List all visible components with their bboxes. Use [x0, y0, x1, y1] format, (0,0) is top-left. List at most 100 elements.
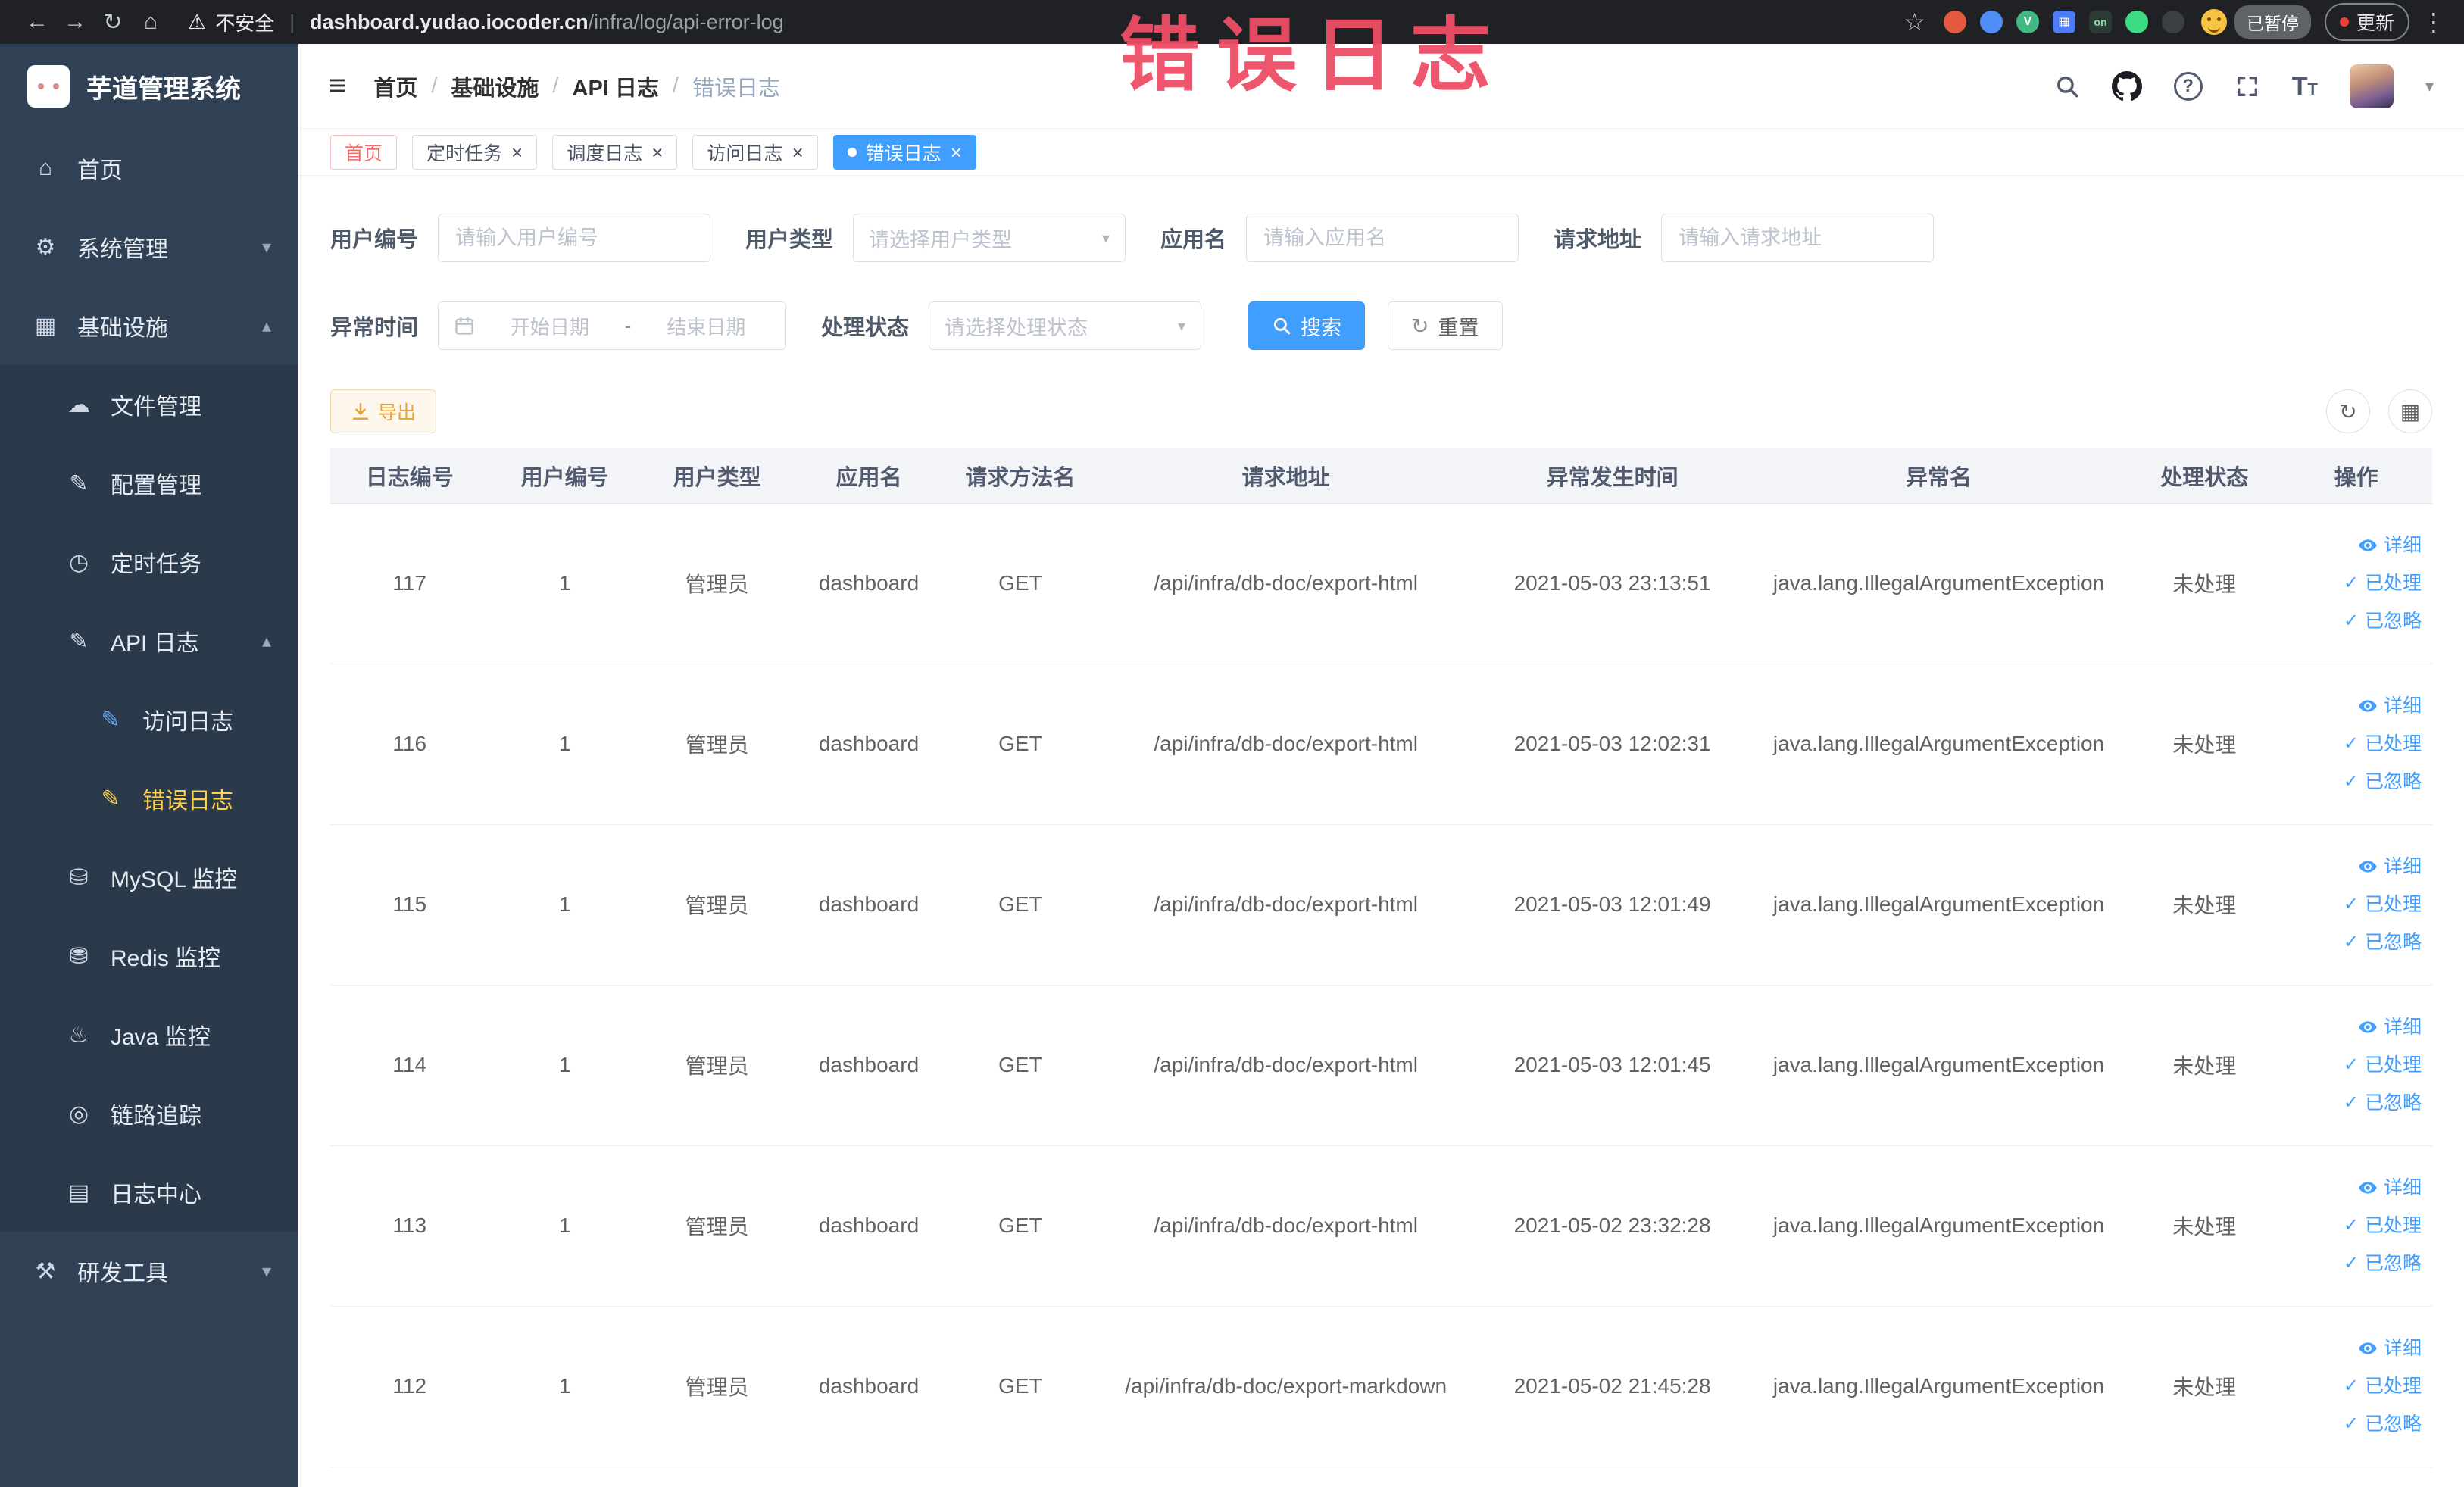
sidebar-item-dev-tools[interactable]: ⚒ 研发工具 ▾ — [0, 1232, 298, 1310]
detail-link[interactable]: 详细 — [2358, 850, 2422, 883]
bookmark-star-icon[interactable]: ☆ — [1903, 8, 1925, 36]
sidebar-item-log-center[interactable]: ▤ 日志中心 — [0, 1153, 298, 1232]
ext-vue-icon[interactable]: V — [2016, 11, 2039, 33]
breadcrumb-item[interactable]: API 日志 — [573, 70, 659, 102]
sidebar-item-redis[interactable]: ⛃ Redis 监控 — [0, 917, 298, 995]
detail-link[interactable]: 详细 — [2358, 689, 2422, 723]
table-row: 117 1 管理员 dashboard GET/api/infra/db-doc/exp… — [330, 503, 2432, 664]
avatar[interactable] — [2349, 64, 2394, 108]
ext-green-icon[interactable] — [2125, 11, 2148, 33]
sidebar-item-trace[interactable]: ◎ 链路追踪 — [0, 1074, 298, 1153]
mark-processed-link[interactable]: ✓ 已处理 — [2344, 1048, 2422, 1082]
sidebar-item-system[interactable]: ⚙ 系统管理 ▾ — [0, 208, 298, 286]
process-status-select[interactable]: 请选择处理状态 ▾ — [929, 301, 1202, 350]
breadcrumb-item[interactable]: 基础设施 — [451, 70, 539, 102]
paused-extension-chip[interactable]: 已暂停 — [2200, 5, 2311, 39]
font-size-icon[interactable]: TT — [2292, 73, 2318, 99]
fullscreen-icon[interactable] — [2234, 73, 2260, 99]
mark-ignored-link[interactable]: ✓ 已忽略 — [2344, 1407, 2422, 1441]
help-icon[interactable]: ? — [2173, 71, 2203, 101]
java-icon: ♨ — [68, 1022, 89, 1048]
cell-app-name: dashboard — [793, 824, 945, 986]
chevron-down-icon[interactable]: ▾ — [2425, 77, 2434, 96]
exception-time-range-picker[interactable]: 开始日期 - 结束日期 — [438, 301, 787, 350]
ext-on-icon[interactable]: on — [2088, 11, 2112, 33]
tab-job[interactable]: 定时任务 × — [412, 134, 538, 170]
cell-status: 未处理 — [2128, 1306, 2281, 1467]
close-icon[interactable]: × — [511, 142, 523, 162]
user-type-select[interactable]: 请选择用户类型 ▾ — [853, 214, 1126, 262]
refresh-button[interactable]: ↻ — [2326, 389, 2370, 433]
close-icon[interactable]: × — [792, 142, 803, 162]
cell-status: 未处理 — [2128, 824, 2281, 986]
mark-processed-link[interactable]: ✓ 已处理 — [2344, 888, 2422, 921]
user-id-input[interactable] — [438, 214, 711, 262]
cell-exception-name: java.lang.IllegalArgumentException — [1748, 503, 2129, 664]
tab-access-log[interactable]: 访问日志 × — [692, 134, 818, 170]
request-url-input[interactable] — [1661, 214, 1935, 262]
sidebar-item-access-log[interactable]: ✎ 访问日志 — [0, 680, 298, 759]
sidebar-item-file[interactable]: ☁ 文件管理 — [0, 365, 298, 444]
sidebar-item-job[interactable]: ◷ 定时任务 — [0, 523, 298, 601]
mark-ignored-link[interactable]: ✓ 已忽略 — [2344, 765, 2422, 798]
mark-ignored-link[interactable]: ✓ 已忽略 — [2344, 1247, 2422, 1280]
filter-app-name: 应用名 — [1160, 214, 1519, 262]
col-operations: 操作 — [2280, 448, 2432, 504]
chevron-down-icon: ▾ — [261, 1261, 271, 1282]
breadcrumb-item[interactable]: 首页 — [373, 70, 417, 102]
ext-blue-icon[interactable] — [1979, 11, 2003, 33]
close-icon[interactable]: × — [951, 142, 962, 162]
sidebar-item-infra[interactable]: ▦ 基础设施 ▴ — [0, 286, 298, 365]
mark-ignored-link[interactable]: ✓ 已忽略 — [2344, 604, 2422, 638]
browser-home-icon[interactable]: ⌂ — [132, 9, 170, 35]
app-name-label: 应用名 — [1160, 228, 1227, 252]
cell-method: GET — [944, 824, 1097, 986]
export-button[interactable]: 导出 — [330, 389, 437, 433]
mark-ignored-link[interactable]: ✓ 已忽略 — [2344, 926, 2422, 959]
tab-error-log[interactable]: 错误日志 × — [832, 134, 976, 170]
close-icon[interactable]: × — [651, 142, 663, 162]
mark-ignored-link[interactable]: ✓ 已忽略 — [2344, 1086, 2422, 1120]
reset-button[interactable]: ↻ 重置 — [1388, 301, 1503, 350]
mark-processed-link[interactable]: ✓ 已处理 — [2344, 1370, 2422, 1403]
sidebar-item-home[interactable]: ⌂ 首页 — [0, 129, 298, 208]
column-settings-button[interactable]: ▦ — [2388, 389, 2432, 433]
search-icon[interactable] — [2054, 73, 2080, 99]
mark-processed-link[interactable]: ✓ 已处理 — [2344, 727, 2422, 761]
ext-paw-icon[interactable] — [2161, 11, 2184, 33]
ext-grid-icon[interactable]: ▦ — [2052, 11, 2075, 33]
chevron-down-icon: ▾ — [1101, 230, 1110, 247]
cell-log-id: 113 — [330, 1145, 489, 1307]
sidebar-item-java[interactable]: ♨ Java 监控 — [0, 995, 298, 1074]
ext-red-icon[interactable] — [1943, 11, 1966, 33]
sidebar-item-mysql[interactable]: ⛁ MySQL 监控 — [0, 838, 298, 917]
detail-link[interactable]: 详细 — [2358, 1011, 2422, 1044]
detail-link[interactable]: 详细 — [2358, 1171, 2422, 1204]
reload-icon[interactable]: ↻ — [94, 9, 132, 36]
back-icon[interactable]: ← — [18, 9, 56, 35]
sidebar-item-api-log[interactable]: ✎ API 日志 ▴ — [0, 601, 298, 680]
sidebar-item-label: 首页 — [77, 158, 123, 183]
app-name-input[interactable] — [1246, 214, 1519, 262]
hamburger-icon[interactable]: ≡ — [329, 69, 346, 103]
app-logo-row[interactable]: 芋道管理系统 — [0, 44, 298, 129]
sidebar-item-config[interactable]: ✎ 配置管理 — [0, 444, 298, 523]
check-icon: ✓ — [2343, 1253, 2359, 1273]
detail-link[interactable]: 详细 — [2358, 529, 2422, 562]
detail-link[interactable]: 详细 — [2358, 1332, 2422, 1365]
navbar-actions: ? TT ▾ — [2054, 64, 2434, 108]
sidebar-item-error-log[interactable]: ✎ 错误日志 — [0, 759, 298, 838]
forward-icon[interactable]: → — [56, 9, 94, 35]
chrome-update-button[interactable]: 更新 — [2324, 3, 2409, 41]
site-security-chip[interactable]: ⚠ 不安全 — [188, 8, 274, 36]
search-button[interactable]: 搜索 — [1248, 301, 1366, 350]
cell-method: GET — [944, 664, 1097, 825]
tab-home[interactable]: 首页 — [330, 134, 398, 170]
tab-job-log[interactable]: 调度日志 × — [552, 134, 678, 170]
mark-processed-link[interactable]: ✓ 已处理 — [2344, 567, 2422, 600]
address-bar[interactable]: dashboard.yudao.iocoder.cn/infra/log/api… — [310, 11, 784, 34]
github-icon[interactable] — [2111, 70, 2142, 102]
mark-processed-link[interactable]: ✓ 已处理 — [2344, 1209, 2422, 1242]
cell-exception-name: java.lang.IllegalArgumentException — [1748, 985, 2129, 1146]
chrome-menu-icon[interactable]: ⋮ — [2422, 8, 2446, 36]
